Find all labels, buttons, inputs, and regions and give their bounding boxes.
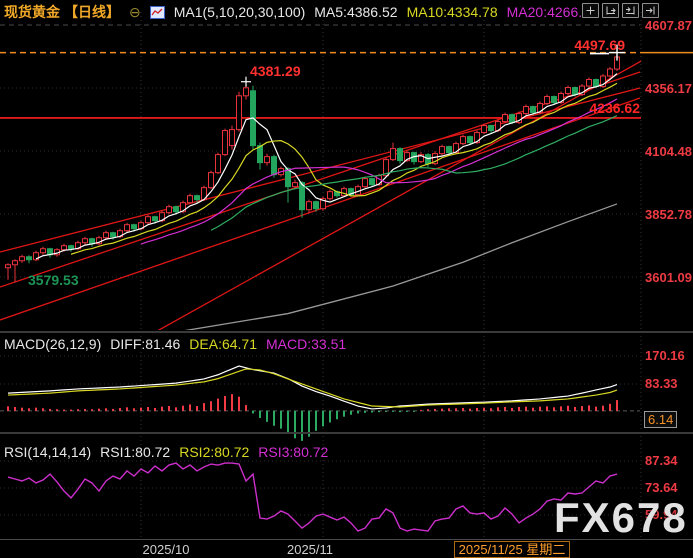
macd-tick-label: 170.16 xyxy=(645,348,685,363)
rsi1-value: RSI1:80.72 xyxy=(100,444,170,460)
watermark: FX678 xyxy=(554,494,688,542)
macd-header: MACD(26,12,9) DIFF:81.46 DEA:64.71 MACD:… xyxy=(4,336,346,352)
crosshair-date-box: 2025/11/25 星期二 xyxy=(454,541,570,558)
peak-high-marker: 4381.29 xyxy=(250,63,301,79)
macd-dea-value: DEA:64.71 xyxy=(189,336,257,352)
panel-divider[interactable] xyxy=(0,331,693,333)
pan-right-icon[interactable] xyxy=(642,3,659,18)
trading-chart-window: 现货黄金 【日线】 ⊖ MA1(5,10,20,30,100) MA5:4386… xyxy=(0,0,693,558)
swing-low-marker: 3579.53 xyxy=(28,272,79,288)
y-axis-left-scale-icon[interactable] xyxy=(602,3,619,18)
price-tick-label: 4104.48 xyxy=(645,144,692,159)
price-tick-label: 4607.87 xyxy=(645,18,692,33)
support-line-label: 4236.62 xyxy=(582,100,640,116)
price-tick-label: 3601.09 xyxy=(645,270,692,285)
current-price-marker: 4497.69 xyxy=(551,37,625,53)
macd-current-value-box: 6.14 xyxy=(644,411,677,428)
y-axis-right-scale-icon[interactable] xyxy=(622,3,639,18)
ma-settings-label: MA1(5,10,20,30,100) xyxy=(174,4,306,20)
macd-title: MACD(26,12,9) xyxy=(4,336,101,352)
price-tick-label: 3852.78 xyxy=(645,207,692,222)
rsi-header: RSI(14,14,14) RSI1:80.72 RSI2:80.72 RSI3… xyxy=(4,444,328,460)
pan-icon[interactable] xyxy=(582,3,599,18)
chart-toolbar xyxy=(582,3,659,18)
price-chart-canvas[interactable] xyxy=(0,0,693,558)
period-label: 【日线】 xyxy=(64,2,120,22)
main-chart-header: 现货黄金 【日线】 ⊖ MA1(5,10,20,30,100) MA5:4386… xyxy=(4,2,598,22)
rsi-tick-label: 87.34 xyxy=(645,453,678,468)
macd-macd-value: MACD:33.51 xyxy=(266,336,346,352)
panel-divider[interactable] xyxy=(0,432,693,434)
price-tick-label: 4356.17 xyxy=(645,81,692,96)
collapse-icon[interactable]: ⊖ xyxy=(129,4,141,21)
ma10-value: MA10:4334.78 xyxy=(407,4,498,20)
symbol-title: 现货黄金 xyxy=(4,2,60,22)
rsi2-value: RSI2:80.72 xyxy=(179,444,249,460)
mini-chart-icon[interactable] xyxy=(150,6,165,19)
rsi3-value: RSI3:80.72 xyxy=(258,444,328,460)
rsi-title: RSI(14,14,14) xyxy=(4,444,91,460)
time-tick-label: 2025/11 xyxy=(283,542,337,557)
rsi-tick-label: 73.64 xyxy=(645,480,678,495)
time-tick-label: 2025/10 xyxy=(139,542,193,557)
macd-tick-label: 83.33 xyxy=(645,376,678,391)
ma5-value: MA5:4386.52 xyxy=(314,4,397,20)
macd-diff-value: DIFF:81.46 xyxy=(110,336,180,352)
